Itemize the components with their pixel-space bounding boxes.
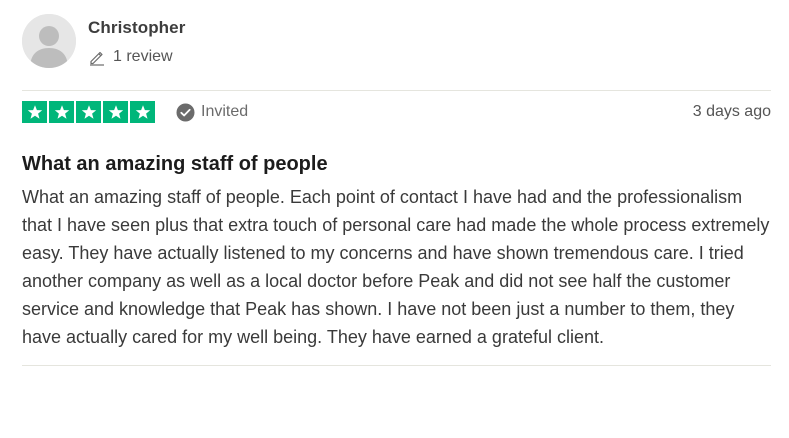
invited-label: Invited — [201, 103, 249, 120]
check-circle-icon — [176, 103, 195, 122]
review-date: 3 days ago — [692, 103, 771, 120]
review-title[interactable]: What an amazing staff of people — [22, 152, 771, 176]
star-icon — [103, 101, 128, 123]
pencil-icon — [88, 48, 106, 66]
reviewer-header: Christopher 1 review — [22, 14, 771, 74]
review-card: Christopher 1 review Invited 3 days ago … — [22, 14, 771, 366]
review-body: What an amazing staff of people. Each po… — [22, 187, 770, 347]
reviewer-name[interactable]: Christopher — [88, 18, 185, 38]
person-silhouette-icon — [22, 14, 76, 68]
star-icon — [49, 101, 74, 123]
reviewer-info: Christopher 1 review — [88, 14, 185, 66]
invited-badge[interactable]: Invited — [176, 103, 248, 122]
star-rating — [22, 101, 155, 123]
divider — [22, 365, 771, 366]
avatar[interactable] — [22, 14, 76, 68]
star-icon — [130, 101, 155, 123]
review-count-label: 1 review — [113, 48, 173, 65]
review-meta-row: Invited 3 days ago — [22, 92, 771, 132]
star-icon — [22, 101, 47, 123]
review-count: 1 review — [88, 48, 185, 66]
star-icon — [76, 101, 101, 123]
divider — [22, 90, 771, 91]
review-meta-left: Invited — [22, 101, 248, 123]
